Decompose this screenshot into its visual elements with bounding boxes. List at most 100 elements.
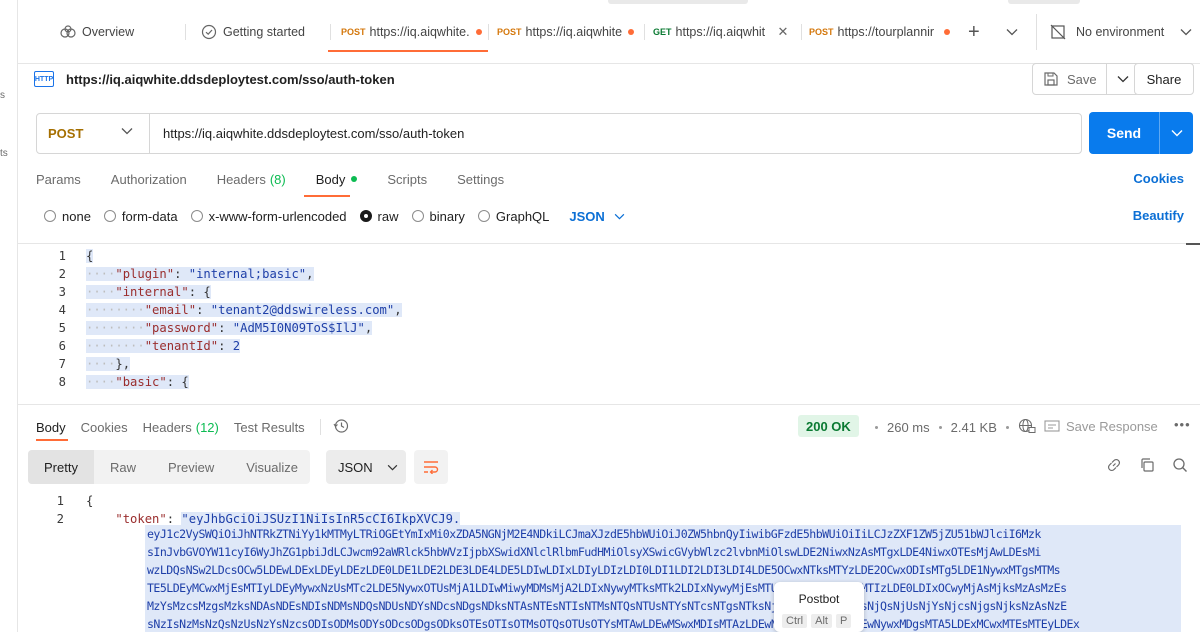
code-line: 2 "token": "eyJhbGciOiJSUzI1NiIsInR5cCI6…: [56, 512, 461, 526]
cookies-link[interactable]: Cookies: [1133, 171, 1184, 186]
save-label: Save: [1067, 71, 1097, 87]
link-icon[interactable]: [1106, 457, 1122, 473]
tab-settings[interactable]: Settings: [457, 172, 504, 187]
search-icon[interactable]: [1172, 457, 1188, 473]
tab-bar: Overview Getting started POST https://iq…: [18, 0, 1200, 64]
tab-authorization[interactable]: Authorization: [111, 172, 187, 187]
method-badge: GET: [653, 27, 672, 37]
response-panel: Body Cookies Headers (12) Test Results 20…: [18, 404, 1200, 632]
chevron-down-icon: [387, 464, 397, 471]
view-raw[interactable]: Raw: [94, 450, 152, 484]
save-button[interactable]: Save: [1033, 64, 1107, 94]
editor-scrollbar[interactable]: [1186, 243, 1200, 246]
method-selector[interactable]: POST: [37, 114, 150, 153]
save-response-button[interactable]: Save Response: [1044, 416, 1158, 436]
chevron-down-icon: [614, 213, 625, 220]
unsaved-dot: [943, 29, 950, 35]
tab-label: Cookies: [80, 419, 128, 435]
code-line: 2 ····"plugin": "internal;basic",: [58, 267, 314, 281]
tab-label: Overview: [82, 25, 135, 39]
tab-label: Test Results: [233, 419, 305, 435]
tab-request-3[interactable]: GET https://iq.aiqwhit ✕: [653, 14, 801, 50]
unsaved-dot: [475, 29, 482, 35]
globe-lock-icon[interactable]: [1018, 418, 1036, 437]
request-title[interactable]: https://iq.aiqwhite.ddsdeploytest.com/ss…: [66, 72, 395, 87]
tab-label: Body: [36, 419, 66, 435]
response-time[interactable]: 260 ms: [887, 420, 930, 435]
new-tab-button[interactable]: +: [968, 14, 988, 50]
share-button[interactable]: Share: [1134, 63, 1194, 95]
shortcut-key: Ctrl: [782, 614, 808, 628]
radio-graphql[interactable]: GraphQL: [477, 209, 549, 224]
option-label: binary: [429, 208, 465, 224]
tab-getting-started[interactable]: Getting started: [201, 14, 336, 50]
send-button-group: Send: [1089, 112, 1193, 154]
response-body-viewer[interactable]: 1{ 2 "token": "eyJhbGciOiJSUzI1NiIsInR5c…: [18, 489, 1200, 632]
chevron-down-icon: [1117, 76, 1129, 83]
radio-raw[interactable]: raw: [359, 209, 399, 224]
body-status-dot: [351, 176, 358, 182]
method-label: POST: [48, 126, 84, 141]
radio-urlencoded[interactable]: x-www-form-urlencoded: [190, 208, 347, 224]
request-subtabs: Params Authorization Headers (8) Body Scr…: [36, 168, 534, 190]
sidebar-item-partial[interactable]: ts: [0, 148, 8, 159]
shortcut-key: Alt: [811, 614, 832, 628]
radio-form-data[interactable]: form-data: [103, 208, 178, 224]
tab-headers[interactable]: Headers (8): [217, 172, 286, 187]
view-visualize[interactable]: Visualize: [230, 450, 314, 484]
chevron-down-icon: [1006, 29, 1018, 36]
tab-label: Scripts: [387, 171, 428, 187]
wrap-lines-button[interactable]: [414, 450, 448, 484]
token-line: sNzIsNzMsNzQsNzUsNzYsNzcsODIsODMsODYsODc…: [147, 617, 1080, 631]
unsaved-dot: [628, 29, 635, 35]
chevron-down-icon: [121, 128, 133, 135]
active-subtab-indicator: [304, 195, 350, 197]
body-format-dropdown[interactable]: JSON: [569, 209, 625, 224]
chevron-down-icon: [1180, 29, 1192, 36]
no-environment-icon: [1050, 24, 1066, 40]
tab-request-4[interactable]: POST https://tourplannir: [809, 14, 959, 50]
save-response-label: Save Response: [1066, 418, 1158, 434]
view-preview[interactable]: Preview: [152, 450, 230, 484]
token-line: TE5LDEyMCwxMjEsMTIyLDEyMywxNzUsMTc2LDE5N…: [147, 581, 1067, 595]
code-line: 5 ········"password": "AdM5I0N09ToS$IlJ",: [58, 321, 373, 335]
more-options-icon[interactable]: •••: [1174, 417, 1191, 432]
tab-body[interactable]: Body: [316, 172, 358, 187]
response-tab-headers[interactable]: Headers (12): [143, 420, 219, 435]
close-icon[interactable]: ✕: [778, 24, 789, 40]
radio-none[interactable]: none: [44, 209, 91, 224]
tab-request-2[interactable]: POST https://iq.aiqwhite: [497, 14, 645, 50]
response-tab-test-results[interactable]: Test Results: [234, 420, 305, 435]
beautify-button[interactable]: Beautify: [1133, 208, 1184, 223]
request-body-editor[interactable]: 1{ 2 ····"plugin": "internal;basic", 3 ···…: [18, 243, 1200, 403]
tab-scripts[interactable]: Scripts: [387, 172, 427, 187]
response-size[interactable]: 2.41 KB: [951, 420, 997, 435]
postbot-popup[interactable]: Postbot Ctrl Alt P: [774, 582, 864, 632]
url-bar: POST https://iq.aiqwhite.ddsdeploytest.c…: [36, 113, 1082, 154]
copy-icon[interactable]: [1139, 457, 1155, 473]
format-label: JSON: [338, 459, 373, 475]
tab-overview[interactable]: Overview: [60, 14, 190, 50]
method-badge: POST: [809, 27, 834, 37]
token-line: wzLDQsNSw2LDcsOCw5LDEwLDExLDEyLDEzLDE0LD…: [147, 563, 1061, 577]
response-format-dropdown[interactable]: JSON: [326, 450, 406, 484]
response-tab-body[interactable]: Body: [36, 420, 66, 435]
status-badge[interactable]: 200 OK: [798, 415, 859, 437]
sidebar-item-partial[interactable]: s: [0, 90, 5, 101]
url-input[interactable]: https://iq.aiqwhite.ddsdeploytest.com/ss…: [150, 126, 464, 141]
tab-params[interactable]: Params: [36, 172, 81, 187]
tab-label: Headers: [216, 171, 266, 187]
tab-request-1[interactable]: POST https://iq.aiqwhite.: [341, 14, 486, 50]
send-button[interactable]: Send: [1089, 125, 1159, 141]
history-icon[interactable]: [333, 418, 349, 437]
option-label: form-data: [121, 208, 178, 224]
tab-label: Headers: [142, 419, 192, 435]
send-options-dropdown[interactable]: [1160, 129, 1193, 137]
tab-list-dropdown[interactable]: [1006, 14, 1022, 50]
environment-selector[interactable]: No environment: [1050, 14, 1200, 50]
code-line: 8 ····"basic": {: [58, 375, 189, 389]
radio-binary[interactable]: binary: [411, 208, 465, 224]
response-tab-cookies[interactable]: Cookies: [81, 420, 128, 435]
view-pretty[interactable]: Pretty: [28, 450, 94, 484]
option-label: x-www-form-urlencoded: [208, 208, 347, 224]
